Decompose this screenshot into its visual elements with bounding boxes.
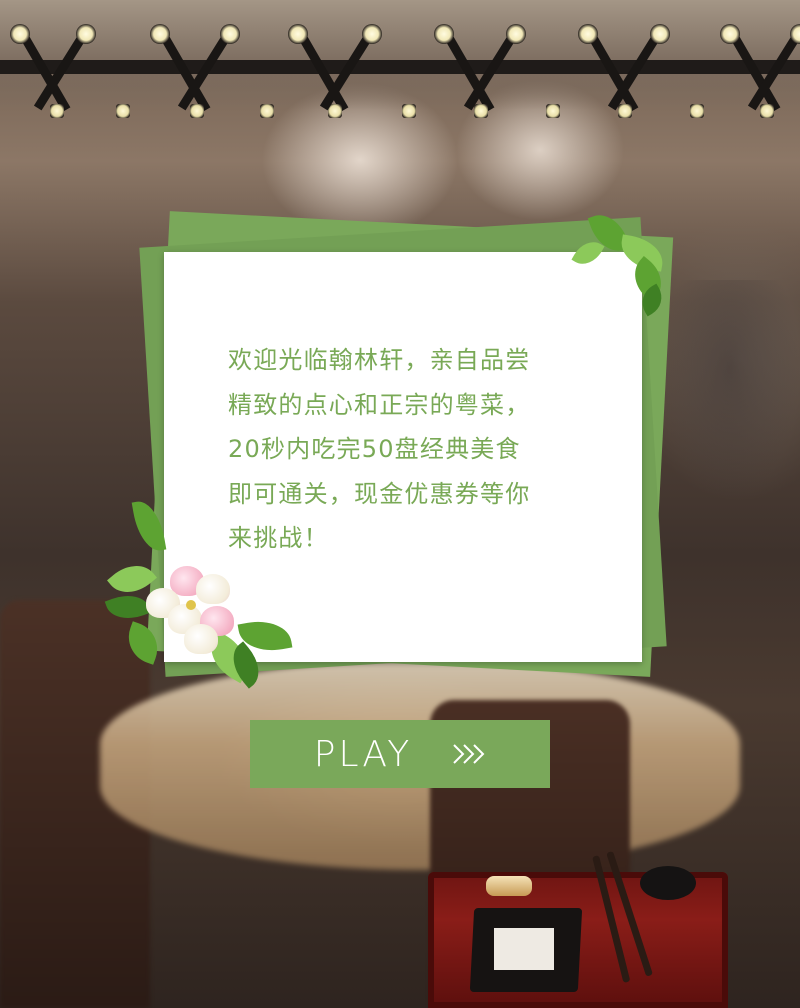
ceiling-spotlight — [690, 104, 704, 118]
ceiling-spotlight — [288, 24, 308, 44]
ceiling-spotlight — [50, 104, 64, 118]
ceiling — [0, 0, 800, 110]
ceiling-spotlight — [362, 24, 382, 44]
ceiling-spotlight — [546, 104, 560, 118]
ceiling-spotlight — [474, 104, 488, 118]
ceiling-spotlight — [10, 24, 30, 44]
intro-line: 20秒内吃完50盘经典美食 — [228, 435, 521, 463]
ceiling-spotlight — [220, 24, 240, 44]
light-rail — [0, 60, 800, 74]
intro-line: 欢迎光临翰林轩，亲自品尝 — [228, 346, 531, 374]
play-button[interactable]: PLAY — [250, 720, 550, 788]
ceiling-spotlight — [190, 104, 204, 118]
intro-line: 即可通关，现金优惠券等你 — [228, 479, 531, 508]
intro-line: 来挑战！ — [228, 524, 329, 552]
ceiling-spotlight — [260, 104, 274, 118]
double-chevron-right-icon — [452, 742, 486, 766]
ceiling-spotlight — [506, 24, 526, 44]
play-button-label: PLAY — [313, 733, 413, 775]
ceiling-spotlight — [650, 24, 670, 44]
ceiling-spotlight — [116, 104, 130, 118]
ceiling-spotlight — [434, 24, 454, 44]
napkin — [494, 928, 554, 970]
spring-roll — [486, 876, 532, 896]
ceiling-spotlight — [402, 104, 416, 118]
ceiling-spotlight — [760, 104, 774, 118]
ceiling-spotlight — [150, 24, 170, 44]
wall-painting — [660, 280, 800, 500]
ceiling-spotlight — [720, 24, 740, 44]
spoon — [640, 866, 696, 900]
ceiling-spotlight — [76, 24, 96, 44]
intro-text: 欢迎光临翰林轩，亲自品尝 精致的点心和正宗的粤菜， 20秒内吃完50盘经典美食 … — [228, 338, 608, 561]
ceiling-spotlight — [578, 24, 598, 44]
intro-line: 精致的点心和正宗的粤菜， — [228, 390, 531, 419]
ceiling-spotlight — [618, 104, 632, 118]
